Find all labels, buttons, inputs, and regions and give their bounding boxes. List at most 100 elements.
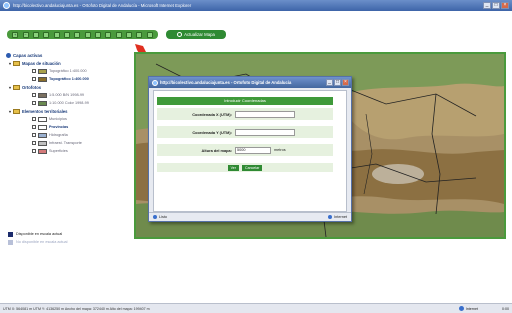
zoom-in-icon[interactable]: + xyxy=(12,31,19,38)
status-text: UTM X: 564081 m UTM Y: 4136250 m Ancho d… xyxy=(3,306,150,311)
dialog-close-button[interactable]: × xyxy=(342,79,349,86)
layer-label: Hidrografía xyxy=(49,133,68,137)
page-icon xyxy=(153,215,157,219)
cancel-button[interactable]: Cancelar xyxy=(242,164,263,171)
folder-icon xyxy=(13,84,21,90)
layer-item[interactable]: Provincias xyxy=(6,123,134,131)
layer-label: 1:5.000 B/N 1998-99 xyxy=(49,93,85,97)
layer-checkbox[interactable] xyxy=(32,69,36,73)
legend-item: No disponible en escala actual xyxy=(8,238,133,246)
zoom-out-icon[interactable]: − xyxy=(22,31,29,38)
layer-checkbox[interactable] xyxy=(32,77,36,81)
layer-item[interactable]: Municipios xyxy=(6,115,134,123)
dialog-maximize-button[interactable]: □ xyxy=(334,79,341,86)
ie-icon xyxy=(152,79,158,86)
browser-statusbar: UTM X: 564081 m UTM Y: 4136250 m Ancho d… xyxy=(0,303,512,313)
layer-swatch xyxy=(38,100,47,106)
security-zone: Internet xyxy=(458,306,478,311)
layer-swatch xyxy=(38,124,47,130)
home-icon[interactable] xyxy=(94,31,101,38)
pan-icon[interactable] xyxy=(43,31,50,38)
active-layers-title: Capas activas xyxy=(13,53,43,58)
dialog-titlebar: http://bicolectivo.andaluciajunta.es - O… xyxy=(149,77,351,88)
layer-label: Superficies xyxy=(49,149,68,153)
layer-label: Infraest. Transporte xyxy=(49,141,82,145)
legend-label: No disponible en escala actual xyxy=(16,240,68,244)
print-icon[interactable] xyxy=(105,31,112,38)
active-layers-header: Capas activas xyxy=(6,52,134,59)
folder-icon xyxy=(13,108,21,114)
map-tools: + − xyxy=(7,30,158,39)
measure-icon[interactable] xyxy=(63,31,70,38)
refresh-icon[interactable] xyxy=(84,31,91,38)
layer-swatch xyxy=(38,76,47,82)
legend-label: Disponible en escala actual xyxy=(16,232,63,236)
coordinates-icon[interactable] xyxy=(125,31,132,38)
toolbar-area xyxy=(0,11,512,44)
layer-item[interactable]: Hidrografía xyxy=(6,131,134,139)
group-territorial-elements[interactable]: ▾ Elementos territoriales xyxy=(6,107,134,115)
filter-icon[interactable] xyxy=(136,31,143,38)
layer-checkbox[interactable] xyxy=(32,117,36,121)
identify-icon[interactable] xyxy=(53,31,60,38)
map-height-input[interactable]: 5000 xyxy=(235,146,271,154)
group-orthophotos[interactable]: ▾ Ortofotos xyxy=(6,83,134,91)
maximize-button[interactable]: □ xyxy=(492,2,500,9)
legend-swatch xyxy=(8,231,13,237)
info-icon[interactable] xyxy=(146,31,153,38)
layer-label: Municipios xyxy=(49,117,67,121)
coordinate-x-label: Coordenada X (UTM): xyxy=(192,111,232,117)
layer-item[interactable]: Topográfico 1:400.000 xyxy=(6,67,134,75)
layer-item[interactable]: Topográfico 1:400.000 xyxy=(6,75,134,83)
layer-item[interactable]: 1:10.000 Color 1998-99 xyxy=(6,99,134,107)
collapse-icon[interactable]: ▾ xyxy=(9,85,11,90)
coordinates-dialog: http://bicolectivo.andaluciajunta.es - O… xyxy=(148,76,352,222)
layer-checkbox[interactable] xyxy=(32,133,36,137)
layer-item[interactable]: 1:5.000 B/N 1998-99 xyxy=(6,91,134,99)
layer-swatch xyxy=(38,68,47,74)
layer-checkbox[interactable] xyxy=(32,149,36,153)
map-height-label: Altura del mapa: xyxy=(201,147,232,153)
dialog-status-text: Listo xyxy=(159,215,168,219)
collapse-icon[interactable]: ▾ xyxy=(9,61,11,66)
layer-checkbox[interactable] xyxy=(32,93,36,97)
layer-label: Topográfico 1:400.000 xyxy=(49,77,89,81)
legend-swatch xyxy=(8,239,13,245)
layer-item[interactable]: Infraest. Transporte xyxy=(6,139,134,147)
form-row-height: Altura del mapa: 5000 metros xyxy=(157,144,333,156)
dialog-status-left: Listo xyxy=(153,215,167,219)
coordinate-x-input[interactable] xyxy=(235,110,295,118)
dialog-title: http://bicolectivo.andaluciajunta.es - O… xyxy=(160,80,292,85)
coordinate-y-label: Coordenada Y (UTM): xyxy=(192,129,232,135)
view-button[interactable]: Ver xyxy=(227,164,239,171)
layer-checkbox[interactable] xyxy=(32,101,36,105)
layer-checkbox[interactable] xyxy=(32,141,36,145)
layer-swatch xyxy=(38,116,47,122)
layer-checkbox[interactable] xyxy=(32,125,36,129)
window-controls: _ □ × xyxy=(483,2,509,9)
minimize-button[interactable]: _ xyxy=(483,2,491,9)
refresh-icon xyxy=(177,32,183,37)
layer-item[interactable]: Superficies xyxy=(6,147,134,155)
dialog-zone-text: Internet xyxy=(334,215,347,219)
layer-swatch xyxy=(38,92,47,98)
map-height-unit: metros xyxy=(274,148,286,152)
layer-swatch xyxy=(38,140,47,146)
coordinate-y-input[interactable] xyxy=(235,128,295,136)
close-button[interactable]: × xyxy=(501,2,509,9)
dialog-minimize-button[interactable]: _ xyxy=(326,79,333,86)
dialog-button-row: Ver Cancelar xyxy=(157,163,333,172)
legend-item: Disponible en escala actual xyxy=(8,230,133,238)
window-titlebar: http://bicolectivo.andaluciajunta.es - O… xyxy=(0,0,512,11)
layer-swatch xyxy=(38,132,47,138)
form-row-y: Coordenada Y (UTM): xyxy=(157,126,333,138)
grid-icon[interactable] xyxy=(74,31,81,38)
dialog-form-header: Introducir Coordenadas xyxy=(157,97,333,105)
select-icon[interactable] xyxy=(32,31,39,38)
layer-label: Provincias xyxy=(49,125,69,129)
collapse-icon[interactable]: ▾ xyxy=(9,109,11,114)
group-situation-maps[interactable]: ▾ Mapas de situación xyxy=(6,59,134,67)
update-map-button[interactable]: Actualizar Mapa xyxy=(166,30,226,39)
help-icon[interactable] xyxy=(115,31,122,38)
group-title: Ortofotos xyxy=(22,84,42,90)
